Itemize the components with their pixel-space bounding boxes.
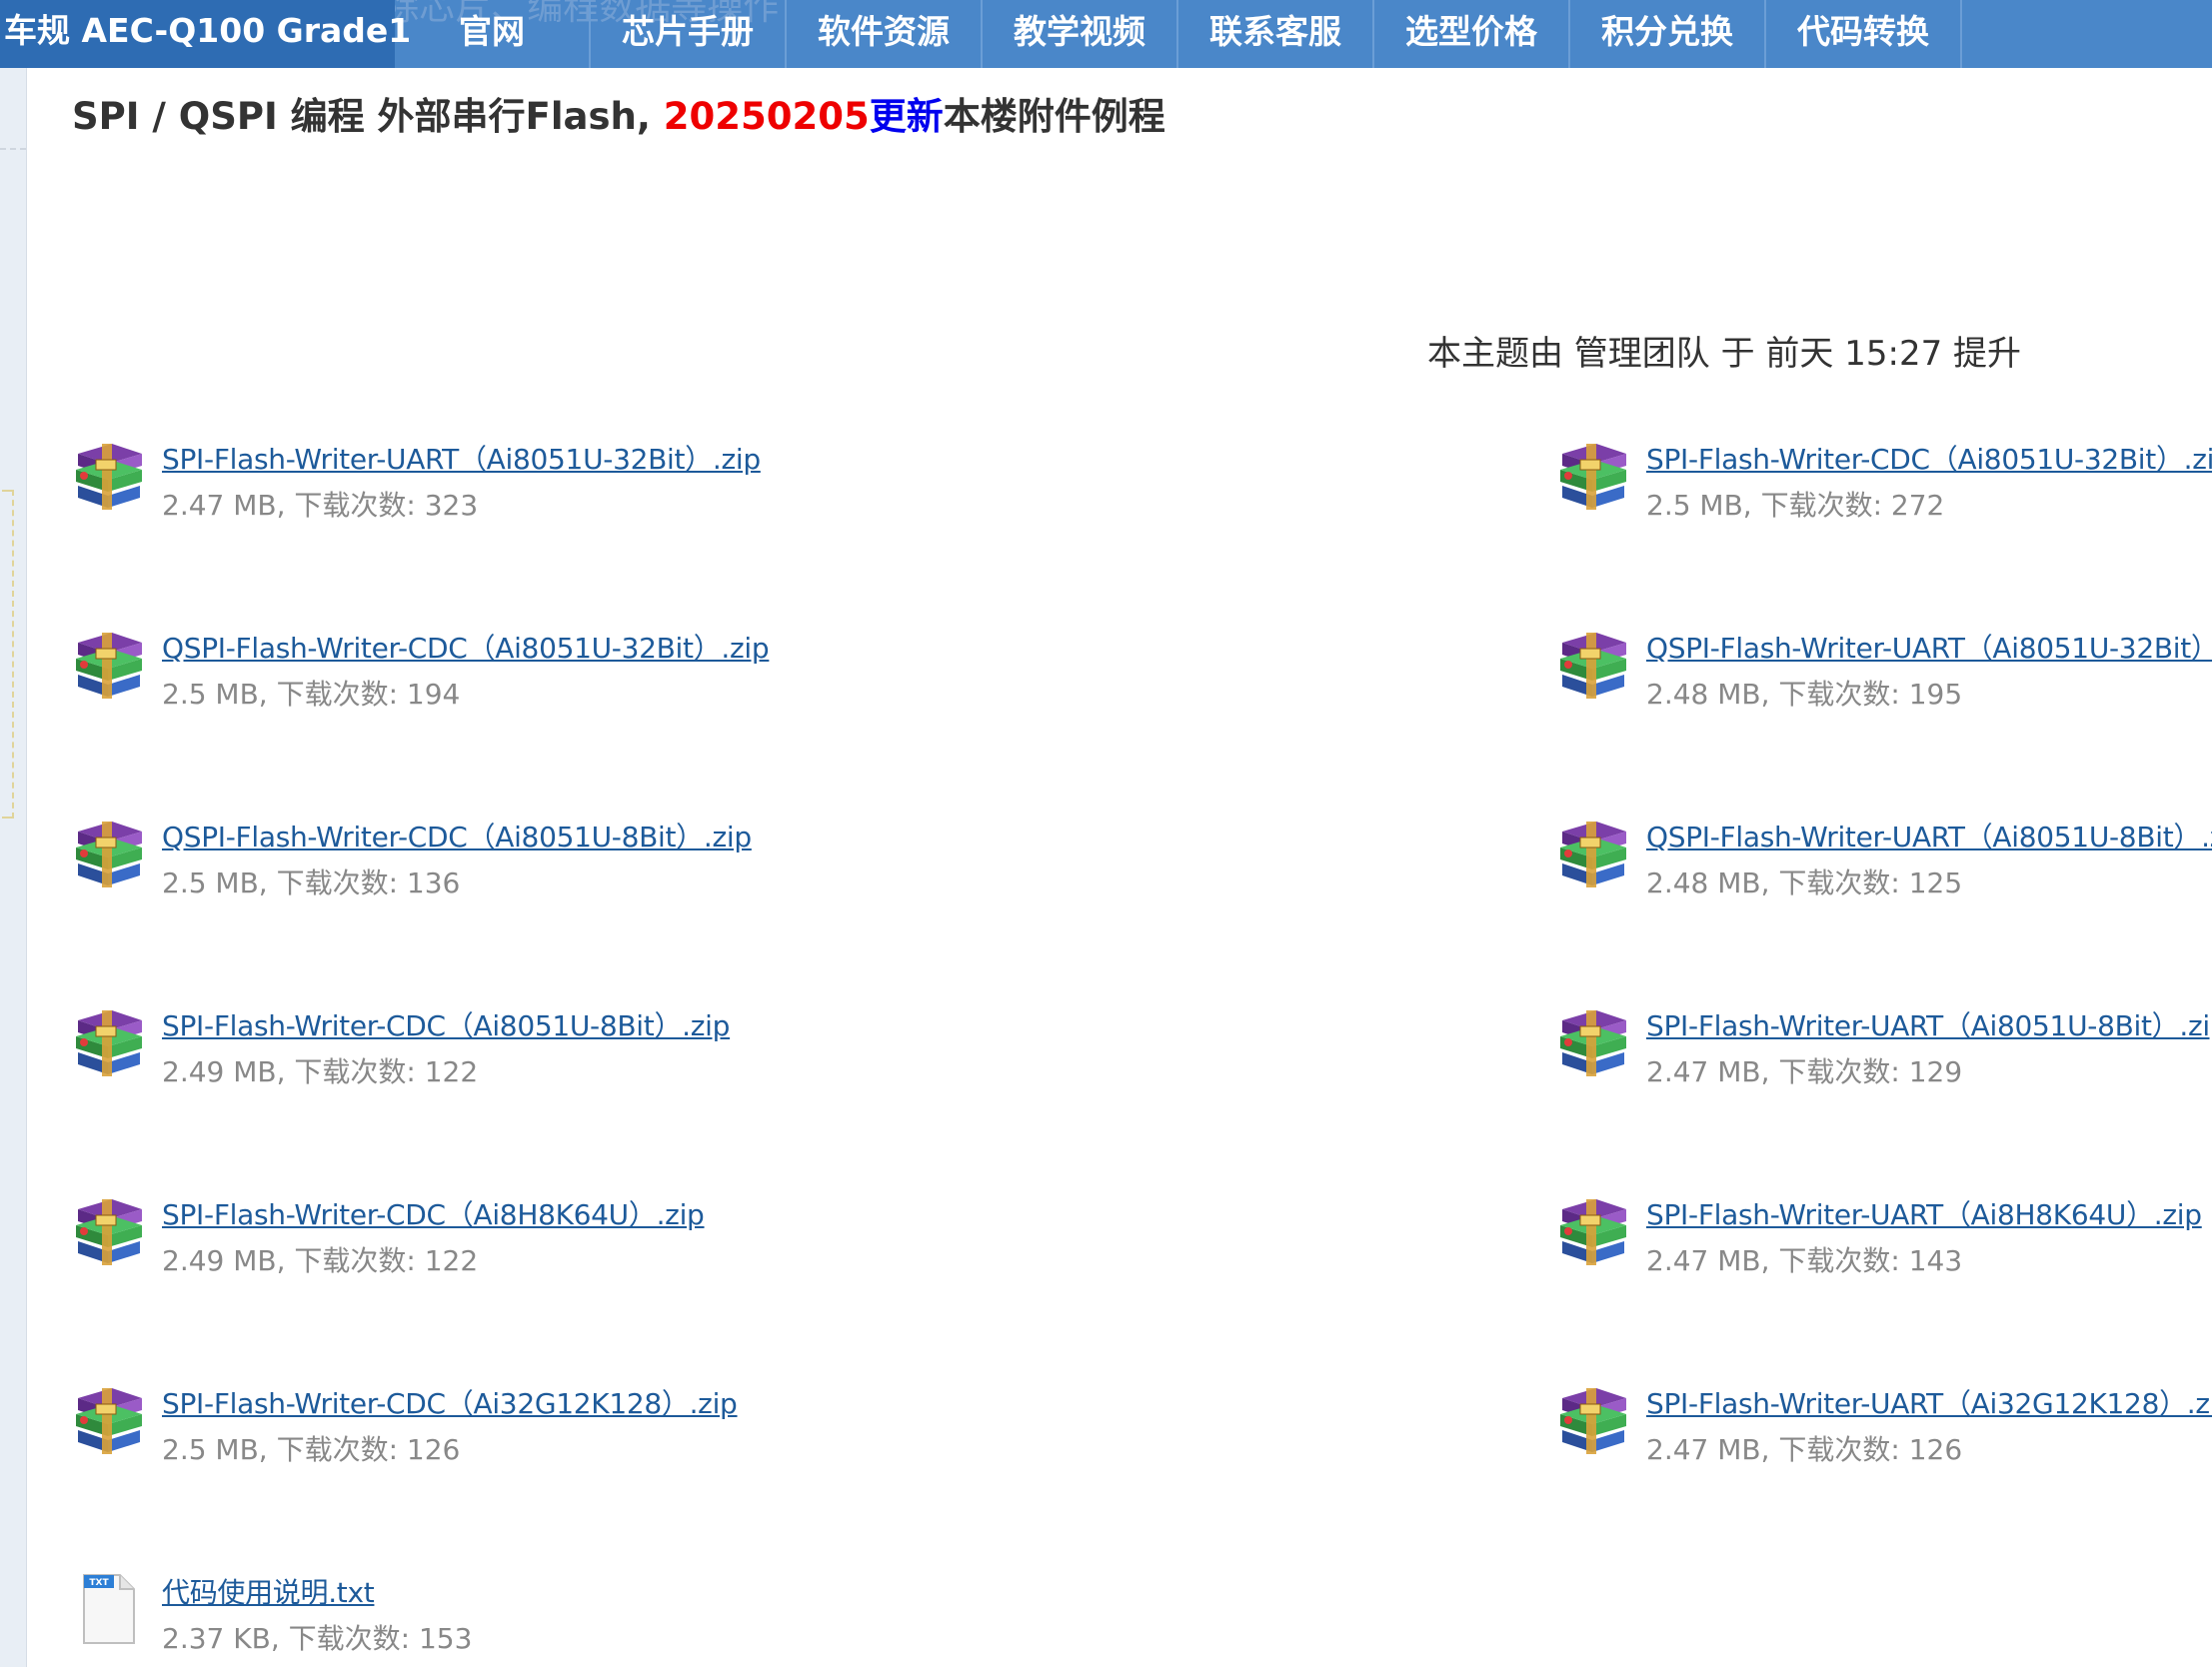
attachment-link[interactable]: SPI-Flash-Writer-CDC（Ai8H8K64U）.zip xyxy=(162,1193,705,1233)
post-title: SPI / QSPI 编程 外部串行Flash, 20250205更新本楼附件例… xyxy=(72,86,1165,140)
attachment-meta: 2.47 MB, 下载次数: 126 xyxy=(1646,1433,1963,1466)
dashed-marker xyxy=(2,490,14,819)
attachment-link[interactable]: QSPI-Flash-Writer-CDC（Ai8051U-32Bit）.zip xyxy=(162,627,770,667)
attachment-link[interactable]: SPI-Flash-Writer-UART（Ai32G12K128）.zip xyxy=(1646,1382,2212,1422)
nav-item-official-site[interactable]: 官网 xyxy=(395,0,591,68)
top-nav-bar: 6、进行读取ID、擦除芯片、编程数据等操作 车规 AEC-Q100 Grade1… xyxy=(0,0,2212,68)
left-gutter xyxy=(0,68,27,1667)
attachment-meta: 2.5 MB, 下载次数: 272 xyxy=(1646,489,1945,522)
winrar-archive-icon[interactable] xyxy=(72,814,146,889)
attachment-link[interactable]: SPI-Flash-Writer-UART（Ai8051U-8Bit）.zip xyxy=(1646,1004,2212,1044)
nav-item-pricing[interactable]: 选型价格 xyxy=(1374,0,1570,68)
attachment-link[interactable]: SPI-Flash-Writer-UART（Ai8H8K64U）.zip xyxy=(1646,1193,2202,1233)
winrar-archive-icon[interactable] xyxy=(1556,625,1630,701)
attachment-link[interactable]: SPI-Flash-Writer-CDC（Ai8051U-32Bit）.zip xyxy=(1646,438,2212,478)
nav-item-points-exchange[interactable]: 积分兑换 xyxy=(1570,0,1766,68)
attachment-meta: 2.5 MB, 下载次数: 126 xyxy=(162,1433,461,1466)
attachment-meta: 2.48 MB, 下载次数: 125 xyxy=(1646,866,1963,899)
winrar-archive-icon[interactable] xyxy=(72,436,146,512)
nav-item-customer-service[interactable]: 联系客服 xyxy=(1178,0,1374,68)
post-title-suffix: 本楼附件例程 xyxy=(943,95,1165,138)
txt-file-icon-graphic: TXT xyxy=(83,1574,135,1644)
winrar-archive-icon[interactable] xyxy=(1556,436,1630,512)
divider xyxy=(0,148,26,150)
attachment-link[interactable]: QSPI-Flash-Writer-UART（Ai8051U-8Bit）.zip xyxy=(1646,816,2212,855)
nav-item-tutorial-video[interactable]: 教学视频 xyxy=(983,0,1178,68)
attachment-meta: 2.48 MB, 下载次数: 195 xyxy=(1646,678,1963,711)
bump-notice: 本主题由 管理团队 于 前天 15:27 提升 xyxy=(1427,334,2022,374)
attachment-link[interactable]: 代码使用说明.txt xyxy=(162,1571,375,1611)
attachment-link[interactable]: SPI-Flash-Writer-CDC（Ai32G12K128）.zip xyxy=(162,1382,738,1422)
nav-items: 官网 芯片手册 软件资源 教学视频 联系客服 选型价格 积分兑换 代码转换 xyxy=(395,0,1962,68)
winrar-archive-icon[interactable] xyxy=(1556,1380,1630,1456)
winrar-archive-icon[interactable] xyxy=(1556,1002,1630,1078)
nav-item-software[interactable]: 软件资源 xyxy=(787,0,983,68)
nav-brand-label[interactable]: 车规 AEC-Q100 Grade1 xyxy=(0,0,411,68)
winrar-archive-icon[interactable] xyxy=(72,625,146,701)
attachment-meta: 2.5 MB, 下载次数: 194 xyxy=(162,678,461,711)
winrar-archive-icon[interactable] xyxy=(72,1191,146,1267)
attachment-meta: 2.47 MB, 下载次数: 323 xyxy=(162,489,479,522)
winrar-archive-icon[interactable] xyxy=(1556,1191,1630,1267)
attachment-meta: 2.49 MB, 下载次数: 122 xyxy=(162,1244,479,1277)
post-title-date: 20250205 xyxy=(663,95,870,138)
attachment-link[interactable]: QSPI-Flash-Writer-CDC（Ai8051U-8Bit）.zip xyxy=(162,816,752,855)
attachment-link[interactable]: QSPI-Flash-Writer-UART（Ai8051U-32Bit）.zi… xyxy=(1646,627,2212,667)
winrar-archive-icon[interactable] xyxy=(1556,814,1630,889)
attachment-link[interactable]: SPI-Flash-Writer-UART（Ai8051U-32Bit）.zip xyxy=(162,438,761,478)
post-title-prefix: SPI / QSPI 编程 外部串行Flash, xyxy=(72,95,664,138)
attachment-meta: 2.47 MB, 下载次数: 143 xyxy=(1646,1244,1963,1277)
attachment-meta: 2.49 MB, 下载次数: 122 xyxy=(162,1055,479,1088)
attachment-meta: 2.37 KB, 下载次数: 153 xyxy=(162,1622,473,1655)
winrar-archive-icon[interactable] xyxy=(72,1380,146,1456)
nav-item-code-convert[interactable]: 代码转换 xyxy=(1766,0,1962,68)
attachment-meta: 2.5 MB, 下载次数: 136 xyxy=(162,866,461,899)
txt-file-icon[interactable]: TXT xyxy=(72,1569,146,1645)
txt-icon-label: TXT xyxy=(89,1578,109,1588)
winrar-archive-icon[interactable] xyxy=(72,1002,146,1078)
attachment-link[interactable]: SPI-Flash-Writer-CDC（Ai8051U-8Bit）.zip xyxy=(162,1004,730,1044)
attachment-meta: 2.47 MB, 下载次数: 129 xyxy=(1646,1055,1963,1088)
post-title-update: 更新 xyxy=(869,95,944,138)
nav-item-chip-manual[interactable]: 芯片手册 xyxy=(591,0,787,68)
